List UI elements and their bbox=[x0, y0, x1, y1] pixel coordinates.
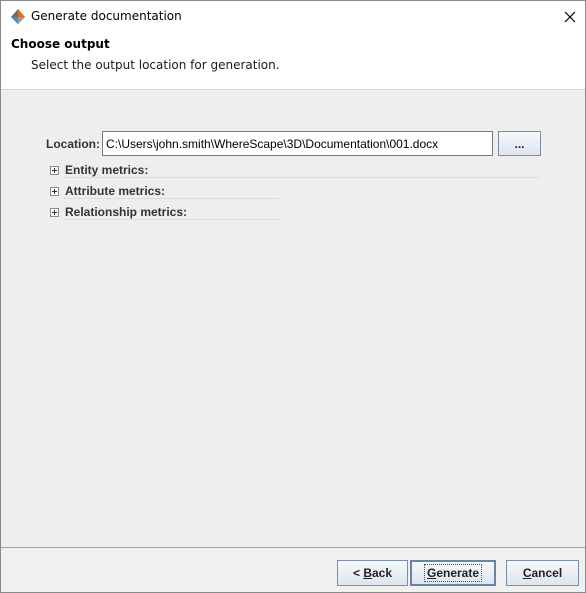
close-icon bbox=[564, 11, 576, 22]
browse-button[interactable]: ... bbox=[498, 131, 541, 156]
cancel-button[interactable]: Cancel bbox=[506, 560, 579, 586]
attribute-metrics-label: Attribute metrics: bbox=[65, 184, 166, 198]
window-title: Generate documentation bbox=[31, 9, 182, 23]
wizard-content: Location: ... Entity metrics: Attribute … bbox=[1, 91, 585, 547]
generate-button-label: Generate bbox=[423, 564, 483, 582]
expand-plus-icon[interactable] bbox=[50, 207, 59, 217]
divider bbox=[64, 219, 279, 220]
wizard-header: Choose output Select the output location… bbox=[1, 32, 585, 90]
close-button[interactable] bbox=[555, 1, 585, 32]
step-description: Select the output location for generatio… bbox=[31, 58, 280, 72]
cancel-button-label: Cancel bbox=[522, 566, 563, 580]
relationship-metrics-label: Relationship metrics: bbox=[65, 205, 188, 219]
entity-metrics-label: Entity metrics: bbox=[65, 163, 149, 177]
step-title: Choose output bbox=[11, 37, 110, 51]
expand-plus-icon[interactable] bbox=[50, 186, 59, 196]
back-button-label: < Back bbox=[352, 566, 393, 580]
title-bar: Generate documentation bbox=[1, 1, 585, 32]
location-label: Location: bbox=[46, 137, 100, 151]
divider bbox=[64, 177, 539, 178]
generate-button[interactable]: Generate bbox=[410, 560, 496, 586]
divider bbox=[64, 198, 279, 199]
location-input[interactable] bbox=[102, 131, 493, 156]
generate-documentation-dialog: Generate documentation Choose output Sel… bbox=[0, 0, 586, 593]
button-bar: < Back Generate Cancel bbox=[1, 548, 585, 592]
back-button[interactable]: < Back bbox=[337, 560, 408, 586]
wherescape-app-icon bbox=[11, 9, 25, 24]
expand-plus-icon[interactable] bbox=[50, 165, 59, 175]
